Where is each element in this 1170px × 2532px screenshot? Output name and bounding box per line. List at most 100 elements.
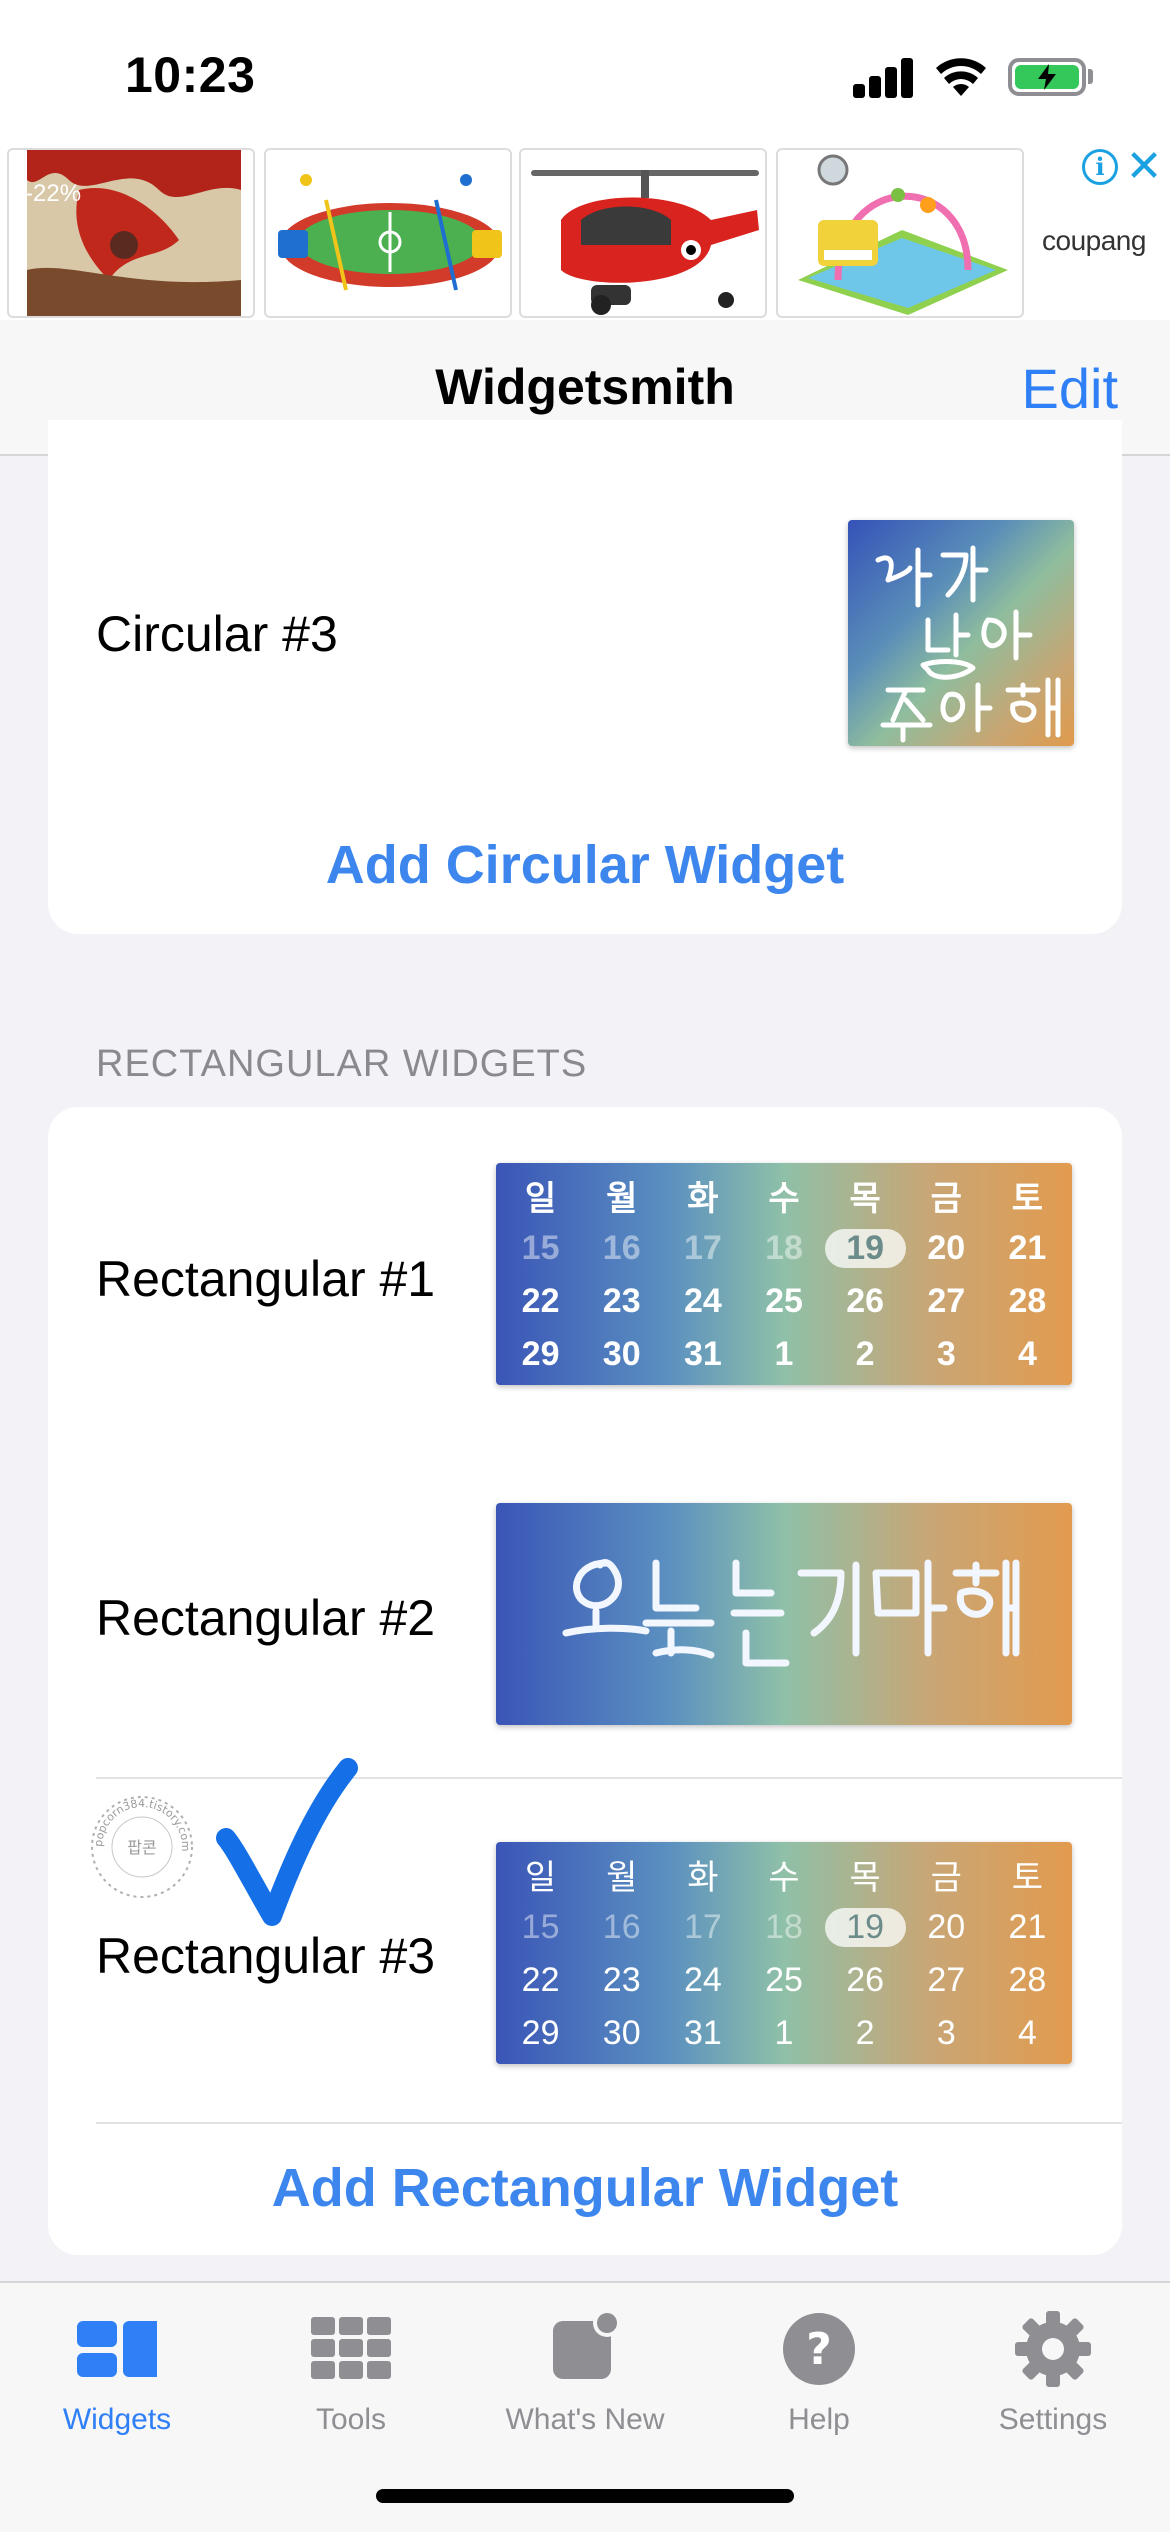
tab-tools[interactable]: Tools — [234, 2309, 468, 2459]
tab-label: Help — [788, 2403, 850, 2436]
whats-new-icon — [553, 2309, 621, 2379]
rectangular-widgets-card: Rectangular #1 일 월 화 수 목 금 토 15 16 17 18… — [48, 1107, 1122, 2255]
weekday-label: 금 — [930, 1180, 962, 1218]
weekday-label: 월 — [606, 1859, 638, 1897]
section-header-rectangular: RECTANGULAR WIDGETS — [96, 1043, 588, 1085]
calendar-grid: 일 월 화 수 목 금 토 15 16 17 18 19 20 21 22 23… — [496, 1163, 1072, 1385]
help-icon: ? — [783, 2313, 855, 2385]
calendar-day: 29 — [521, 2014, 560, 2052]
calendar-day: 24 — [683, 1282, 722, 1320]
widget-row-label[interactable]: Rectangular #1 — [96, 1250, 435, 1308]
widget-row-label[interactable]: Rectangular #3 — [96, 1927, 435, 1985]
calendar-day: 28 — [1008, 1282, 1047, 1320]
weekday-label: 금 — [930, 1859, 962, 1897]
charging-bolt-icon — [1038, 64, 1056, 90]
foosball-toy-image — [278, 174, 502, 291]
tab-label: Widgets — [62, 2403, 172, 2436]
widget-row-label[interactable]: Circular #3 — [96, 605, 338, 663]
weekday-label: 수 — [768, 1859, 800, 1897]
calendar-day: 1 — [774, 1335, 794, 1373]
calendar-day-today: 19 — [824, 1229, 906, 1268]
page-title: Widgetsmith — [435, 359, 735, 415]
info-circle-icon[interactable]: i — [1082, 149, 1118, 185]
calendar-day: 1 — [774, 2014, 794, 2052]
status-bar: 10:23 — [0, 0, 1170, 145]
ad-banner[interactable]: -22% i ✕ coupang — [0, 145, 1170, 320]
ad-product-play-gym[interactable] — [776, 148, 1024, 318]
ad-brand-logo: coupang — [1042, 225, 1146, 256]
calendar-day: 25 — [765, 1282, 803, 1320]
circular-widget-thumbnail[interactable] — [848, 520, 1074, 746]
row-divider — [96, 2122, 1122, 2124]
calendar-day: 27 — [927, 1282, 966, 1320]
calendar-day: 20 — [927, 1229, 966, 1267]
edit-button[interactable]: Edit — [1022, 356, 1119, 421]
add-circular-widget-button[interactable]: Add Circular Widget — [48, 834, 1122, 896]
calendar-day: 21 — [1008, 1229, 1047, 1267]
ad-product-art-figure[interactable]: -22% — [7, 148, 255, 318]
handwritten-lettering — [875, 545, 1061, 743]
calendar-day: 15 — [521, 1908, 560, 1946]
ad-product-helicopter[interactable] — [519, 148, 767, 318]
calendar-day: 25 — [765, 1961, 803, 1999]
helicopter-toy-image — [531, 170, 759, 315]
tab-settings[interactable]: Settings — [936, 2309, 1170, 2459]
status-time: 10:23 — [125, 47, 256, 103]
widget-row-label[interactable]: Rectangular #2 — [96, 1589, 435, 1647]
battery-nub — [1088, 69, 1093, 84]
calendar-day: 4 — [1017, 1335, 1037, 1373]
weekday-label: 일 — [524, 1180, 557, 1218]
calendar-day-today: 19 — [824, 1908, 906, 1947]
weekday-label: 월 — [606, 1180, 638, 1218]
ad-discount-badge: -22% — [25, 180, 82, 207]
weekday-label: 목 — [849, 1859, 881, 1897]
add-rectangular-widget-button[interactable]: Add Rectangular Widget — [48, 2157, 1122, 2219]
calendar-widget-thumbnail[interactable]: 일 월 화 수 목 금 토 15 16 17 18 19 20 21 22 23… — [496, 1163, 1072, 1385]
calendar-day: 17 — [683, 1229, 722, 1267]
tab-help[interactable]: ? Help — [702, 2309, 936, 2459]
home-indicator[interactable] — [376, 2489, 794, 2503]
calendar-day: 26 — [846, 1282, 885, 1320]
weekday-label: 화 — [687, 1180, 719, 1218]
calendar-widget-thumbnail[interactable]: 일 월 화 수 목 금 토 15 16 17 18 19 20 21 22 23… — [496, 1842, 1072, 2064]
weekday-label: 목 — [849, 1180, 881, 1218]
close-icon[interactable]: ✕ — [1124, 145, 1164, 189]
calendar-day: 22 — [521, 1961, 560, 1999]
watermark-stamp: 팝콘 popcorn384.tistory.com — [91, 1796, 193, 1898]
text-widget-thumbnail[interactable] — [496, 1503, 1072, 1725]
weekday-label: 토 — [1011, 1180, 1044, 1218]
calendar-day: 3 — [936, 2014, 956, 2052]
calendar-day: 20 — [927, 1908, 966, 1946]
ad-product-foosball[interactable] — [264, 148, 512, 318]
weekday-label: 일 — [524, 1859, 557, 1897]
weekday-label: 화 — [687, 1859, 719, 1897]
calendar-day: 17 — [683, 1908, 722, 1946]
tab-label: Tools — [315, 2403, 387, 2436]
calendar-day: 3 — [936, 1335, 956, 1373]
calendar-day: 26 — [846, 1961, 885, 1999]
calendar-day: 2 — [855, 1335, 875, 1373]
tab-widgets[interactable]: Widgets — [0, 2309, 234, 2459]
calendar-day: 31 — [683, 2014, 722, 2052]
cellular-signal-icon — [853, 58, 915, 98]
calendar-day: 30 — [602, 2014, 641, 2052]
circular-widgets-card: Circular #3 Add Circular Widget — [48, 420, 1122, 934]
handwritten-lettering — [562, 1559, 1020, 1667]
calendar-day: 18 — [765, 1229, 803, 1267]
tab-whats-new[interactable]: What's New — [468, 2309, 702, 2459]
calendar-grid: 일 월 화 수 목 금 토 15 16 17 18 19 20 21 22 23… — [496, 1842, 1072, 2064]
wifi-icon — [936, 58, 986, 96]
checkmark-icon — [216, 1758, 358, 1926]
calendar-day: 23 — [602, 1961, 641, 1999]
calendar-day: 31 — [683, 1335, 722, 1373]
tab-label: Settings — [998, 2403, 1108, 2436]
calendar-day: 23 — [602, 1282, 641, 1320]
calendar-day: 29 — [521, 1335, 560, 1373]
tab-label: What's New — [505, 2403, 665, 2436]
baby-play-gym-image — [798, 154, 1008, 315]
calendar-day: 28 — [1008, 1961, 1047, 1999]
calendar-day: 4 — [1017, 2014, 1037, 2052]
calendar-day: 16 — [602, 1908, 641, 1946]
calendar-day: 30 — [602, 1335, 641, 1373]
calendar-day: 27 — [927, 1961, 966, 1999]
